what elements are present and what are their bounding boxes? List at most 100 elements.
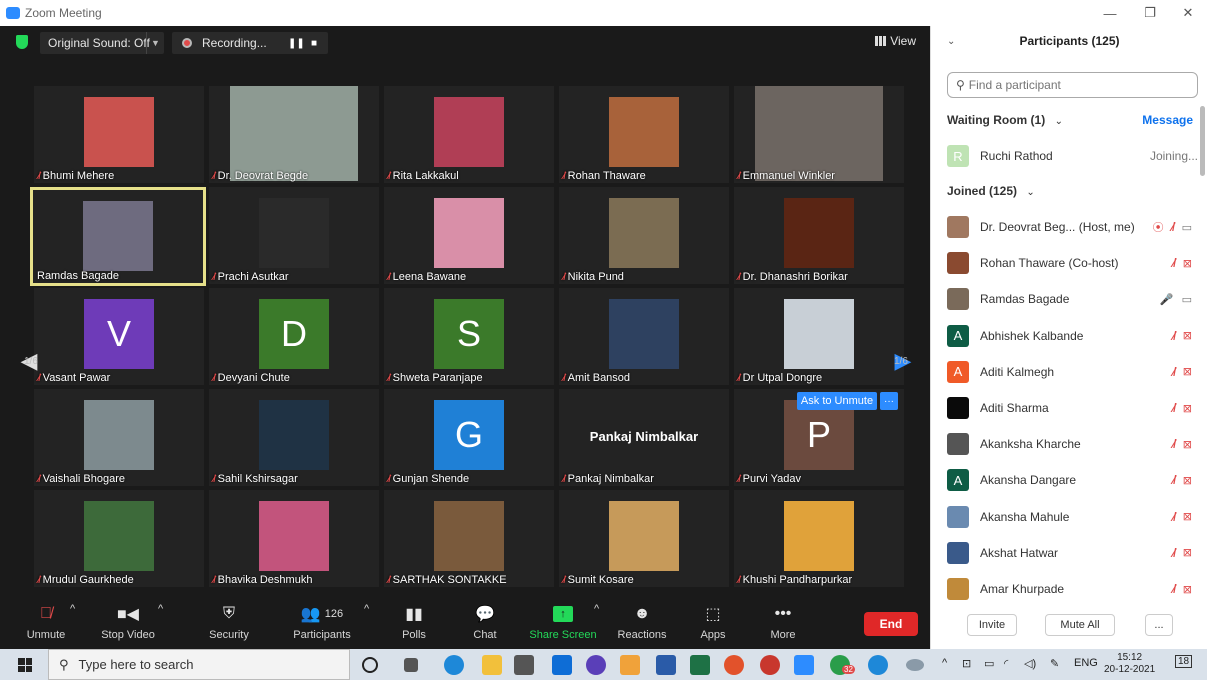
video-tile[interactable]: ⁄̸ Vaishali Bhogare [34,389,204,486]
cloud-icon[interactable] [906,659,924,671]
participant-row[interactable]: A Aditi Kalmegh ⁄̸ ⊠ [947,357,1198,387]
video-tile[interactable]: ⁄̸ Bhumi Mehere [34,86,204,183]
video-tile[interactable]: ⁄̸ Rita Lakkakul [384,86,554,183]
tray-app-icon[interactable]: ⊡ [962,657,971,670]
participant-row[interactable]: Akshat Hatwar ⁄̸ ⊠ [947,538,1198,568]
tray-chevron-icon[interactable]: ^ [942,657,947,669]
help-icon[interactable] [868,655,888,675]
windows-start-icon[interactable] [18,658,32,672]
chrome-icon[interactable] [760,655,780,675]
video-tile[interactable]: ⁄̸ Mrudul Gaurkhede [34,490,204,587]
system-clock[interactable]: 15:12 20-12-2021 [1104,652,1155,676]
video-tile[interactable]: ⁄̸ Dr. Deovrat Begde [209,86,379,183]
zoom-taskbar-icon[interactable] [794,655,814,675]
participant-row[interactable]: A Akansha Dangare ⁄̸ ⊠ [947,465,1198,495]
view-button[interactable]: View [875,34,916,48]
camera-off-icon[interactable]: ⊠ [1183,329,1192,342]
video-tile[interactable]: ⁄̸ Nikita Pund [559,187,729,284]
unmute-button[interactable]: 🎙̸ Unmute [26,603,66,647]
chevron-down-icon[interactable]: ▼ [146,32,164,54]
pen-icon[interactable]: ✎ [1050,657,1059,670]
apps-button[interactable]: ⬚ Apps [698,603,728,647]
participant-row[interactable]: Ramdas Bagade 🎤 ▭ [947,284,1198,314]
participant-row[interactable]: Dr. Deovrat Beg... (Host, me) ⦿ ⁄̸ ▭ [947,212,1198,242]
chevron-up-icon[interactable]: ^ [364,603,369,647]
stop-recording-icon[interactable]: ■ [311,38,317,49]
excel-icon[interactable] [690,655,710,675]
camera-icon[interactable]: ▭ [1182,293,1192,306]
chat-button[interactable]: 💬 Chat [470,603,500,647]
minimize-icon[interactable]: — [1090,0,1130,26]
video-tile[interactable]: V ⁄̸ Vasant Pawar [34,288,204,385]
folder-app-icon[interactable] [620,655,640,675]
end-meeting-button[interactable]: End [864,612,918,636]
camera-off-icon[interactable]: ⊠ [1183,474,1192,487]
word-icon[interactable] [656,655,676,675]
chevron-up-icon[interactable]: ^ [158,603,163,647]
participant-row[interactable]: Amar Khurpade ⁄̸ ⊠ [947,574,1198,604]
video-tile[interactable]: ⁄̸ Leena Bawane [384,187,554,284]
infinity-app-icon[interactable] [586,655,606,675]
video-tile[interactable]: ⁄̸ Emmanuel Winkler [734,86,904,183]
cortana-icon[interactable] [362,657,378,673]
video-tile[interactable]: ⁄̸ Dr Utpal Dongre [734,288,904,385]
taskbar-search[interactable]: ⚲ Type here to search [48,649,350,680]
video-tile[interactable]: G ⁄̸ Gunjan Shende [384,389,554,486]
video-tile[interactable]: ⁄̸ Sumit Kosare [559,490,729,587]
muted-mic-icon[interactable]: ⁄̸ [1173,473,1175,487]
reactions-button[interactable]: ☻ Reactions [616,603,668,647]
action-center-icon[interactable]: 18 [1175,655,1193,668]
video-tile[interactable]: ⁄̸ Sahil Kshirsagar [209,389,379,486]
volume-icon[interactable]: ◁) [1024,657,1036,670]
dropbox-icon[interactable] [552,655,572,675]
video-tile[interactable]: Pankaj Nimbalkar ⁄̸ Pankaj Nimbalkar [559,389,729,486]
video-tile[interactable]: D ⁄̸ Devyani Chute [209,288,379,385]
muted-mic-icon[interactable]: ⁄̸ [1173,365,1175,379]
video-tile[interactable]: ⁄̸ Khushi Pandharpurkar [734,490,904,587]
video-tile[interactable]: Ramdas Bagade [30,187,206,286]
panel-more-button[interactable]: ... [1145,614,1173,636]
participant-row[interactable]: A Abhishek Kalbande ⁄̸ ⊠ [947,321,1198,351]
chevron-up-icon[interactable]: ^ [594,603,599,647]
camera-off-icon[interactable]: ⊠ [1183,438,1192,451]
ask-to-unmute-button[interactable]: Ask to Unmute [797,392,877,410]
participant-row[interactable]: Akanksha Kharche ⁄̸ ⊠ [947,429,1198,459]
more-button[interactable]: ••• More [768,603,798,647]
participants-button[interactable]: 👥 126 Participants [290,603,354,647]
camera-off-icon[interactable]: ⊠ [1183,510,1192,523]
muted-mic-icon[interactable]: ⁄̸ [1173,401,1175,415]
video-tile[interactable]: ⁄̸ Bhavika Deshmukh [209,490,379,587]
close-icon[interactable]: ✕ [1168,0,1207,26]
wifi-icon[interactable]: ◜ [1004,657,1008,670]
camera-off-icon[interactable]: ⊠ [1183,402,1192,415]
security-button[interactable]: ⛨ Security [206,603,252,647]
camera-icon[interactable]: ▭ [1182,221,1192,234]
video-tile[interactable]: ⁄̸ Dr. Dhanashri Borikar [734,187,904,284]
waiting-room-header[interactable]: Waiting Room (1) ⌄ [947,113,1063,127]
waiting-participant-row[interactable]: R Ruchi Rathod Joining... [947,141,1198,171]
joined-header[interactable]: Joined (125) ⌄ [947,184,1035,198]
share-screen-button[interactable]: ↑ Share Screen [529,603,597,647]
mic-icon[interactable]: 🎤 [1160,293,1174,306]
tile-more-button[interactable]: ··· [880,392,898,410]
video-tile[interactable]: ⁄̸ Rohan Thaware [559,86,729,183]
pause-recording-icon[interactable]: ❚❚ [288,38,305,49]
invite-button[interactable]: Invite [967,614,1017,636]
camera-off-icon[interactable]: ⊠ [1183,546,1192,559]
participant-search-input[interactable] [968,78,1179,92]
edge-icon[interactable] [444,655,464,675]
encryption-shield-icon[interactable] [16,35,28,49]
participant-row[interactable]: Akansha Mahule ⁄̸ ⊠ [947,502,1198,532]
restore-icon[interactable]: ❐ [1130,0,1170,26]
muted-mic-icon[interactable]: ⁄̸ [1173,582,1175,596]
mute-all-button[interactable]: Mute All [1045,614,1115,636]
participants-scrollbar[interactable] [1200,106,1205,176]
camera-off-icon[interactable]: ⊠ [1183,365,1192,378]
battery-icon[interactable]: ▭ [984,657,994,670]
store-icon[interactable] [514,655,534,675]
muted-mic-icon[interactable]: ⁄̸ [1172,220,1174,234]
firefox-icon[interactable] [724,655,744,675]
file-explorer-icon[interactable] [482,655,502,675]
participant-search[interactable]: ⚲ [947,72,1198,98]
polls-button[interactable]: ▮▮ Polls [398,603,430,647]
